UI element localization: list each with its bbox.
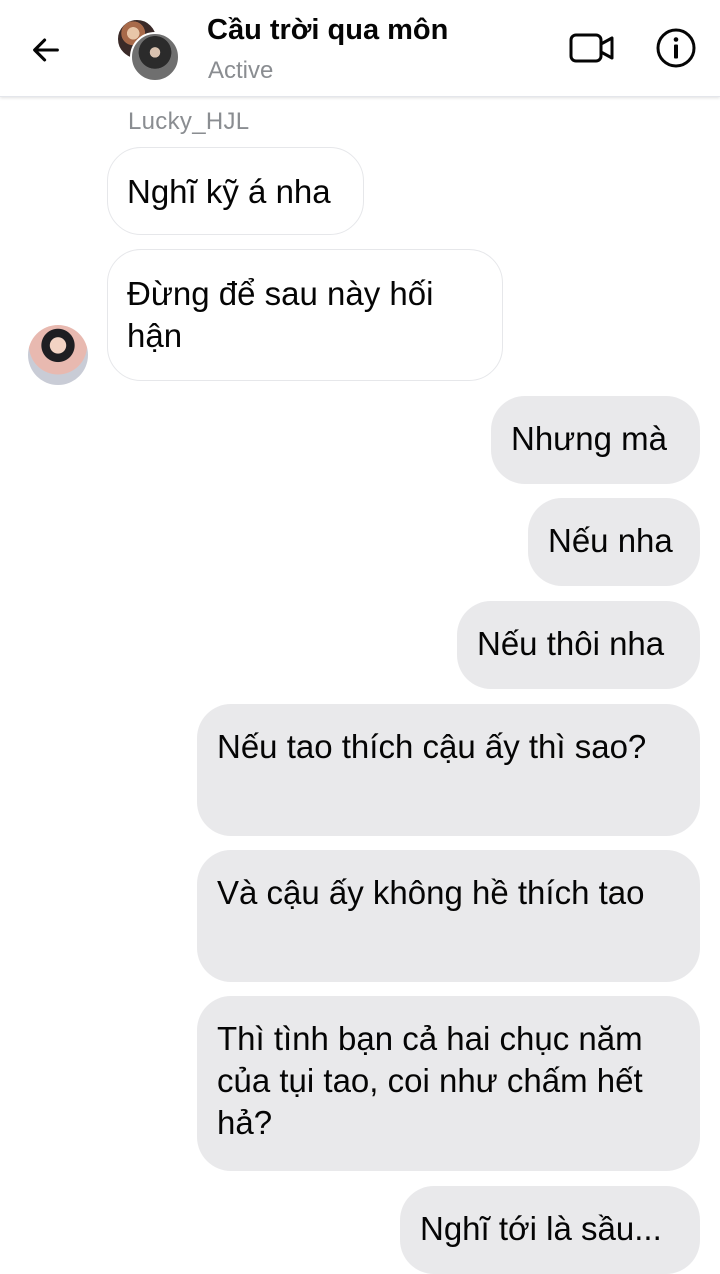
outgoing-message[interactable]: Thì tình bạn cả hai chục năm của tụi tao… xyxy=(197,996,700,1171)
member-avatar xyxy=(130,32,180,82)
group-avatar[interactable] xyxy=(116,16,180,82)
sender-avatar[interactable] xyxy=(28,325,88,385)
sender-name: Lucky_HJL xyxy=(128,108,250,135)
conversation-title[interactable]: Cầu trời qua môn xyxy=(207,14,448,47)
video-camera-icon xyxy=(569,33,614,63)
arrow-left-icon xyxy=(33,38,59,62)
info-button[interactable] xyxy=(652,24,700,72)
incoming-message[interactable]: Nghĩ kỹ á nha xyxy=(107,147,364,235)
info-icon xyxy=(656,28,696,68)
outgoing-message[interactable]: Nếu nha xyxy=(528,498,700,586)
incoming-message[interactable]: Đừng để sau này hối hận xyxy=(107,249,503,381)
outgoing-message[interactable]: Nếu thôi nha xyxy=(457,601,700,689)
outgoing-message[interactable]: Và cậu ấy không hề thích tao xyxy=(197,850,700,982)
chat-header: Cầu trời qua môn Active xyxy=(0,0,720,97)
back-button[interactable] xyxy=(22,26,70,74)
video-call-button[interactable] xyxy=(566,26,618,70)
outgoing-message[interactable]: Nếu tao thích cậu ấy thì sao? xyxy=(197,704,700,836)
active-status: Active xyxy=(208,57,274,84)
outgoing-message[interactable]: Nhưng mà xyxy=(491,396,700,484)
outgoing-message[interactable]: Nghĩ tới là sầu... xyxy=(400,1186,700,1274)
